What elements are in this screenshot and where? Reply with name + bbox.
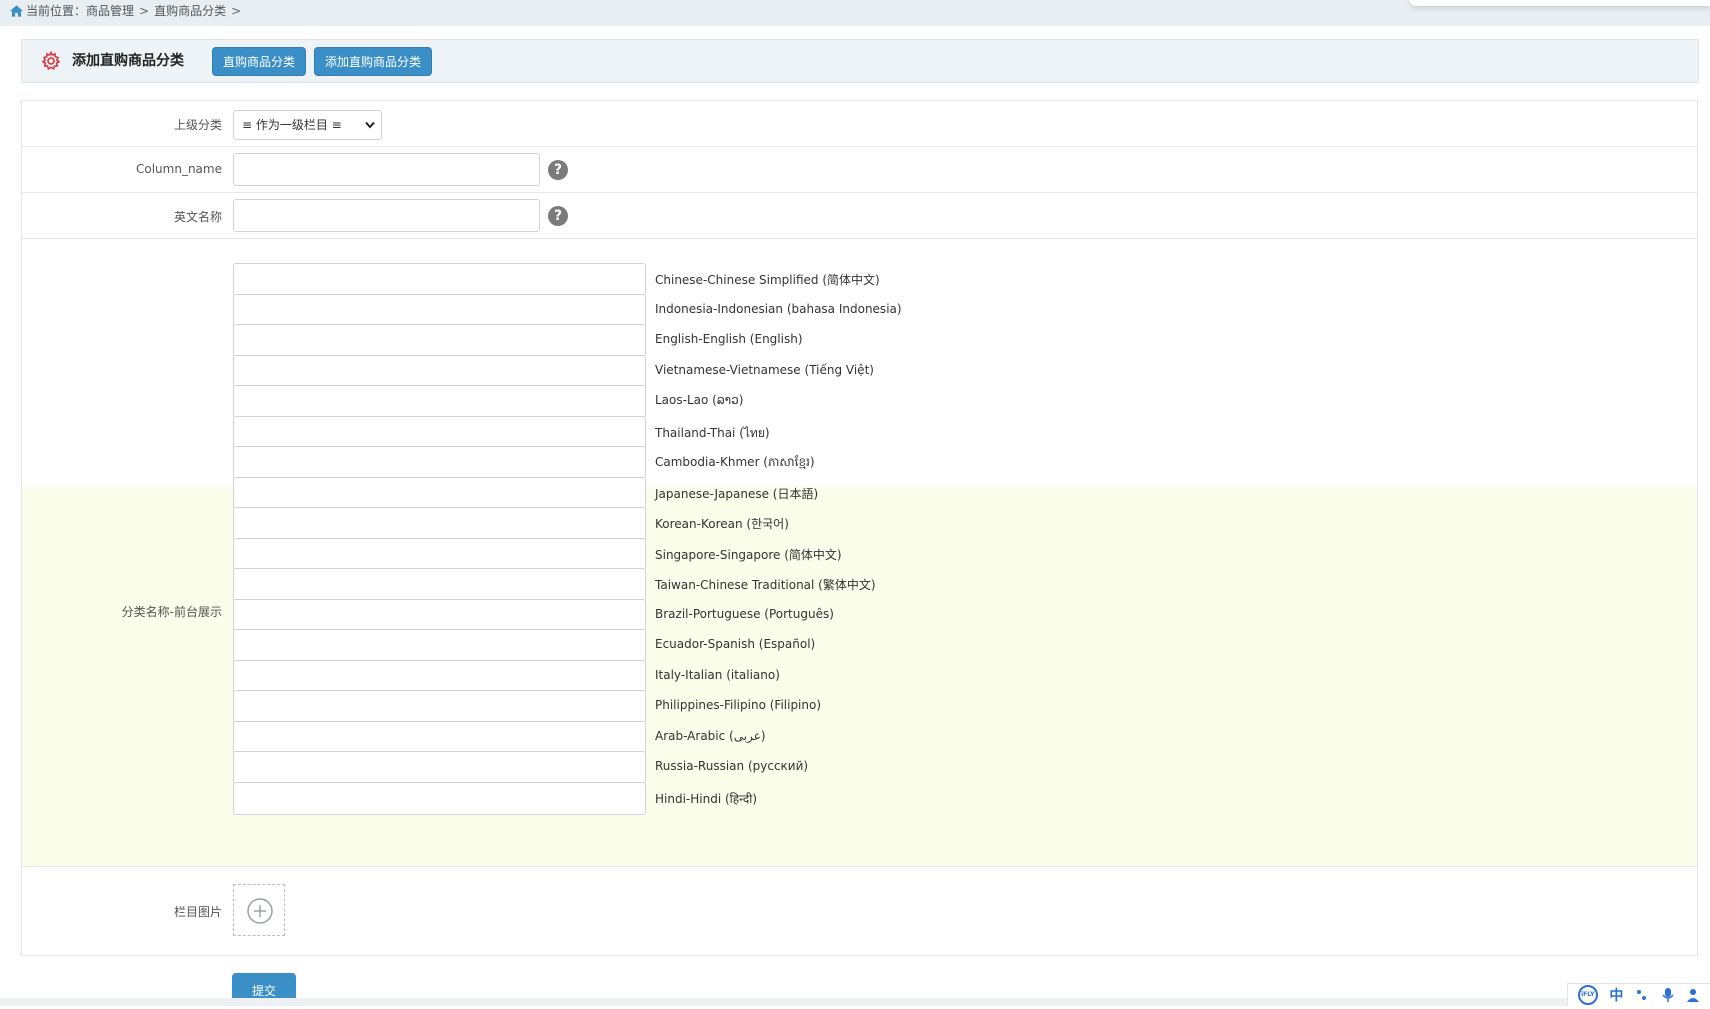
- language-row: Laos-Lao (ລາວ): [233, 385, 933, 418]
- language-row: Chinese-Chinese Simplified (简体中文): [233, 263, 933, 296]
- content-area: 添加直购商品分类 直购商品分类 添加直购商品分类 上级分类 ≡ 作为一级栏目 ≡…: [0, 26, 1710, 1006]
- help-icon[interactable]: ?: [548, 206, 568, 226]
- ime-mode-toggle[interactable]: 中: [1609, 985, 1623, 1005]
- title-bar: 添加直购商品分类 直购商品分类 添加直购商品分类: [21, 39, 1699, 83]
- language-name-input[interactable]: [233, 354, 646, 388]
- ifly-logo-icon[interactable]: iFLY: [1577, 985, 1598, 1005]
- breadcrumb: 当前位置： 商品管理 > 直购商品分类 >: [10, 2, 246, 20]
- category-list-button[interactable]: 直购商品分类: [212, 47, 307, 76]
- breadcrumb-separator: >: [139, 4, 150, 18]
- language-label: Russia-Russian (русский): [655, 759, 809, 773]
- column-name-input[interactable]: [233, 153, 540, 186]
- plus-circle-icon: [247, 898, 273, 924]
- help-icon[interactable]: ?: [548, 160, 568, 180]
- english-name-label: 英文名称: [173, 210, 222, 224]
- language-row: Thailand-Thai (ไทย): [233, 415, 933, 449]
- chevron-down-icon: [365, 121, 375, 129]
- add-category-button[interactable]: 添加直购商品分类: [314, 47, 433, 76]
- category-form: 上级分类 ≡ 作为一级栏目 ≡ Column_name ? 英文名称 ? 分类名…: [21, 100, 1698, 956]
- punctuation-icon[interactable]: [1635, 988, 1649, 1002]
- language-row: Korean-Korean (한국어): [233, 507, 933, 540]
- gear-icon: [41, 51, 61, 70]
- language-name-input[interactable]: [233, 415, 646, 449]
- language-row: Hindi-Hindi (हिन्दी): [233, 781, 933, 815]
- display-name-label: 分类名称-前台展示: [121, 605, 222, 619]
- language-name-input[interactable]: [233, 476, 646, 510]
- parent-category-select[interactable]: ≡ 作为一级栏目 ≡: [233, 110, 382, 140]
- language-label: Japanese-Japanese (日本語): [655, 486, 819, 501]
- breadcrumb-prefix: 当前位置：: [26, 4, 87, 18]
- language-label: Italy-Italian (italiano): [655, 667, 780, 682]
- display-name-section: 分类名称-前台展示 Chinese-Chinese Simplified (简体…: [22, 255, 1697, 867]
- language-name-input[interactable]: [233, 263, 646, 296]
- language-label: Philippines-Filipino (Filipino): [655, 698, 822, 712]
- language-name-input[interactable]: [233, 324, 646, 357]
- language-name-input[interactable]: [233, 629, 646, 662]
- parent-category-row: 上级分类 ≡ 作为一级栏目 ≡: [22, 101, 1697, 147]
- language-name-input[interactable]: [233, 568, 646, 601]
- language-row: Brazil-Portuguese (Português): [233, 598, 933, 632]
- language-row: Ecuador-Spanish (Español): [233, 629, 933, 662]
- image-label: 栏目图片: [173, 905, 222, 919]
- page-title: 添加直购商品分类: [72, 53, 184, 69]
- language-name-input[interactable]: [233, 507, 646, 540]
- language-label: Chinese-Chinese Simplified (简体中文): [655, 273, 880, 287]
- column-name-row: Column_name ?: [22, 147, 1697, 193]
- language-row: English-English (English): [233, 324, 933, 357]
- language-label: Arab-Arabic (عربى): [655, 728, 766, 743]
- language-label: Laos-Lao (ລາວ): [655, 393, 744, 407]
- language-row: Cambodia-Khmer (ភាសាខ្មែរ): [233, 446, 933, 479]
- breadcrumb-item-goods[interactable]: 商品管理: [86, 2, 134, 20]
- home-icon[interactable]: [10, 5, 23, 17]
- language-name-input[interactable]: [233, 659, 646, 693]
- language-row: Singapore-Singapore (简体中文): [233, 537, 933, 571]
- horizontal-scrollbar[interactable]: [0, 998, 1567, 1006]
- language-label: Korean-Korean (한국어): [655, 517, 789, 531]
- english-name-input[interactable]: [233, 199, 540, 232]
- breadcrumb-separator: >: [231, 4, 242, 18]
- language-label: Taiwan-Chinese Traditional (繁体中文): [655, 578, 876, 592]
- language-row: Indonesia-Indonesian (bahasa Indonesia): [233, 293, 933, 327]
- breadcrumb-item-category[interactable]: 直购商品分类: [154, 2, 226, 20]
- dropdown-shadow: [1410, 0, 1710, 6]
- language-row: Philippines-Filipino (Filipino): [233, 690, 933, 723]
- image-row: 栏目图片: [22, 867, 1697, 955]
- microphone-icon[interactable]: [1661, 987, 1675, 1003]
- language-row: Russia-Russian (русский): [233, 751, 933, 784]
- language-label: Hindi-Hindi (हिन्दी): [655, 791, 758, 806]
- language-label: Brazil-Portuguese (Português): [655, 606, 834, 621]
- language-label: Cambodia-Khmer (ភាសាខ្មែរ): [655, 455, 815, 469]
- english-name-row: 英文名称 ?: [22, 193, 1697, 239]
- language-name-input[interactable]: [233, 781, 646, 815]
- language-row: Vietnamese-Vietnamese (Tiếng Việt): [233, 354, 933, 388]
- top-bar: 当前位置： 商品管理 > 直购商品分类 >: [0, 0, 1710, 26]
- parent-category-label: 上级分类: [173, 118, 222, 132]
- language-label: English-English (English): [655, 332, 803, 346]
- language-row: Taiwan-Chinese Traditional (繁体中文): [233, 568, 933, 601]
- column-name-label: Column_name: [136, 162, 222, 176]
- language-row: Arab-Arabic (عربى): [233, 720, 933, 754]
- language-name-input[interactable]: [233, 385, 646, 418]
- image-upload[interactable]: [233, 884, 285, 936]
- language-name-input[interactable]: [233, 446, 646, 479]
- language-name-input[interactable]: [233, 537, 646, 571]
- language-row: Japanese-Japanese (日本語): [233, 476, 933, 510]
- language-name-input[interactable]: [233, 690, 646, 723]
- language-row: Italy-Italian (italiano): [233, 659, 933, 693]
- language-label: Indonesia-Indonesian (bahasa Indonesia): [655, 301, 902, 316]
- parent-category-value: ≡ 作为一级栏目 ≡: [242, 118, 342, 132]
- language-label: Vietnamese-Vietnamese (Tiếng Việt): [655, 362, 874, 377]
- language-label: Ecuador-Spanish (Español): [655, 637, 816, 651]
- language-label: Thailand-Thai (ไทย): [655, 425, 770, 440]
- language-name-input[interactable]: [233, 751, 646, 784]
- user-icon[interactable]: [1686, 988, 1700, 1002]
- language-name-input[interactable]: [233, 293, 646, 327]
- ime-toolbar: iFLY 中: [1567, 983, 1710, 1006]
- language-label: Singapore-Singapore (简体中文): [655, 547, 842, 562]
- language-name-input[interactable]: [233, 598, 646, 632]
- language-name-input[interactable]: [233, 720, 646, 754]
